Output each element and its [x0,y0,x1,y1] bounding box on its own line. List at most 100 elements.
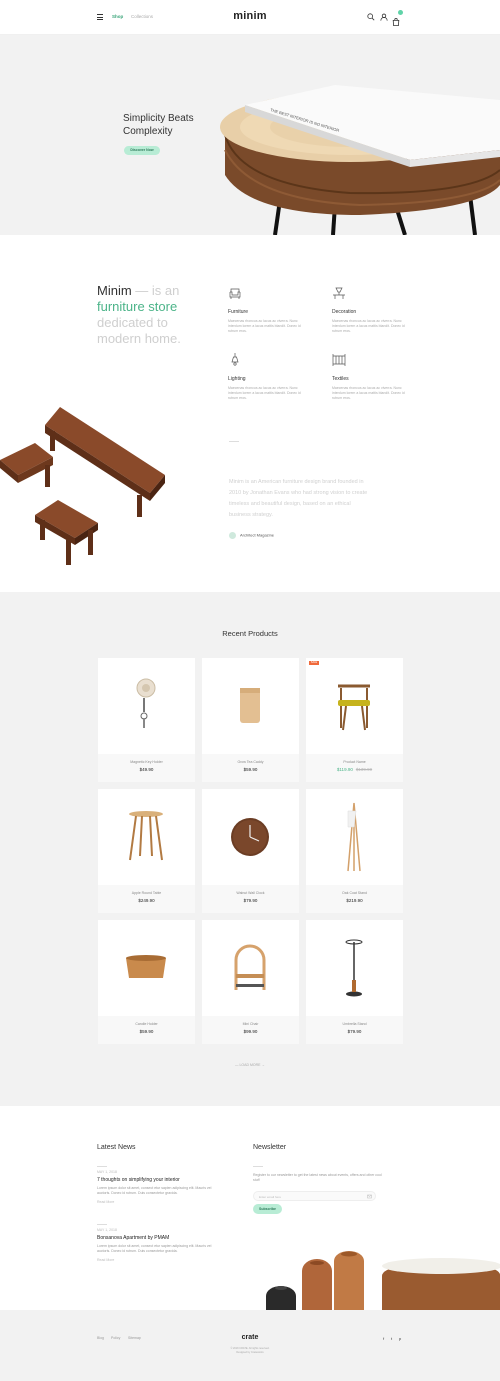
discover-now-button[interactable]: Discover Now [124,146,160,155]
product-name[interactable]: Candle Holder [98,1022,195,1026]
product-meta: Walnut Wall Clock $79.90 [202,885,299,913]
about-headline: Minim — is an furniture store dedicated … [97,283,207,347]
product-name[interactable]: Grow Tea Caddy [202,760,299,764]
news-item[interactable]: MAY 1, 2018 7 thoughts on simplifying yo… [97,1166,222,1204]
product-name[interactable]: Umbrella Stand [306,1022,403,1026]
product-card[interactable]: SALE Product Name $119.90 $139.90 [306,658,403,782]
product-meta: Product Name $119.90 $139.90 [306,754,403,782]
user-icon[interactable] [380,13,388,21]
product-image [98,920,195,1016]
pendant-lamp-icon [231,353,239,366]
footer-link-policy[interactable]: Policy [111,1336,120,1340]
hero-banner: Simplicity Beats Complexity Discover Now… [0,35,500,235]
load-more-button[interactable]: — LOAD MORE → [0,1063,500,1067]
coat-stand-image [347,802,361,872]
product-price: $249.90 [98,898,195,903]
newsletter-divider [253,1166,263,1167]
news-newsletter-section: Latest News MAY 1, 2018 7 thoughts on si… [0,1106,500,1310]
headline-part1: — is an [131,283,180,298]
magazine-icon [229,532,236,539]
product-name[interactable]: Walnut Wall Clock [202,891,299,895]
product-price: $49.90 [98,767,195,772]
feature-furniture: Furniture Maecenas rhoncus ac lacus ac v… [228,286,308,334]
nav-collections-link[interactable]: Collections [131,14,153,19]
price-value: $49.90 [139,767,154,772]
product-price: $59.90 [98,1029,195,1034]
sale-badge: SALE [309,661,319,665]
quote-divider [229,441,239,442]
product-card[interactable]: Magnetic Key Holder $49.90 [98,658,195,782]
feature-text: Maecenas rhoncus ac lacus ac viverra. Nu… [228,386,301,400]
hero-stump-table-image: THE BEST INTERIOR IS NO INTERIOR [220,85,500,235]
product-price: $119.90 $139.90 [306,767,403,772]
product-meta: Mini Chair $99.90 [202,1016,299,1044]
product-card[interactable]: Mini Chair $99.90 [202,920,299,1044]
product-meta: Grow Tea Caddy $59.90 [202,754,299,782]
product-meta: Candle Holder $59.90 [98,1016,195,1044]
footer-logo[interactable]: crate [225,1334,275,1341]
section-title: Recent Products [222,629,278,638]
quote-source: Architect Magazine [229,532,274,539]
pinterest-icon[interactable]: p [399,1336,401,1341]
product-image [306,920,403,1016]
product-name[interactable]: Oak Coat Stand [306,891,403,895]
tea-caddy-image [240,688,260,723]
search-icon[interactable] [367,13,375,21]
crib-icon [332,354,346,366]
product-card[interactable]: Candle Holder $59.90 [98,920,195,1044]
product-price: $79.90 [306,1029,403,1034]
sale-price: $119.90 [336,767,353,772]
product-card[interactable]: Walnut Wall Clock $79.90 [202,789,299,913]
feature-decoration: Decoration Maecenas rhoncus ac lacus ac … [332,286,412,334]
footer-copyright: © 2018 CRATE. All rights reserved. Desig… [200,1347,300,1355]
product-card[interactable]: Grow Tea Caddy $59.90 [202,658,299,782]
news-item[interactable]: MAY 1, 2018 Bonsanova Apartment by PMAM … [97,1224,222,1262]
product-name[interactable]: Mini Chair [202,1022,299,1026]
price-value: $59.90 [139,1029,154,1034]
price-value: $79.90 [243,898,258,903]
price-value: $249.90 [138,898,155,903]
nav-shop-link[interactable]: Shop [112,14,123,19]
newsletter-email-input[interactable]: Enter email here [253,1191,376,1201]
subscribe-button[interactable]: Subscribe [253,1204,282,1214]
cart-button[interactable] [392,10,403,26]
read-more-link[interactable]: Read More [97,1258,222,1262]
feature-title: Textiles [332,376,349,382]
product-card[interactable]: Umbrella Stand $79.90 [306,920,403,1044]
footer-link-blog[interactable]: Blog [97,1336,104,1340]
headline-brand: Minim [97,283,132,298]
product-card[interactable]: Apple Round Table $249.90 [98,789,195,913]
brand-quote: Minim is an American furniture design br… [229,479,368,518]
product-name[interactable]: Magnetic Key Holder [98,760,195,764]
news-title[interactable]: 7 thoughts on simplifying your interior [97,1177,222,1183]
product-name[interactable]: Product Name [306,760,403,764]
product-name[interactable]: Apple Round Table [98,891,195,895]
twitter-icon[interactable]: t [391,1336,392,1341]
product-image [306,789,403,885]
price-value: $59.90 [243,767,258,772]
product-image [202,920,299,1016]
old-price: $139.90 [355,767,373,772]
headline-highlight: furniture store [97,299,178,314]
news-excerpt: Lorem ipsum dolor sit amet, consect etur… [97,1244,212,1253]
candle-holder-image [126,955,166,978]
feature-lighting: Lighting Maecenas rhoncus ac lacus ac vi… [228,353,308,401]
news-title[interactable]: Bonsanova Apartment by PMAM [97,1235,222,1241]
read-more-link[interactable]: Read More [97,1200,222,1204]
vases-image [266,1251,500,1310]
lamp-decor-icon [333,287,345,299]
mini-chair-image [234,944,266,990]
recent-products-section: Recent Products Magnetic Key Holder $49.9… [0,592,500,1106]
hamburger-menu-icon[interactable] [97,14,103,20]
price-value: $99.90 [243,1029,258,1034]
round-table-image [129,811,163,861]
news-date: MAY 1, 2018 [97,1228,117,1232]
key-holder-image [136,678,156,728]
facebook-icon[interactable]: f [383,1336,384,1341]
site-logo[interactable]: minim [225,10,275,22]
product-card[interactable]: Oak Coat Stand $219.90 [306,789,403,913]
footer-link-sitemap[interactable]: Sitemap [128,1336,141,1340]
price-value: $219.90 [346,898,363,903]
site-header: Shop Collections minim [0,0,500,35]
chair-image [338,684,370,731]
